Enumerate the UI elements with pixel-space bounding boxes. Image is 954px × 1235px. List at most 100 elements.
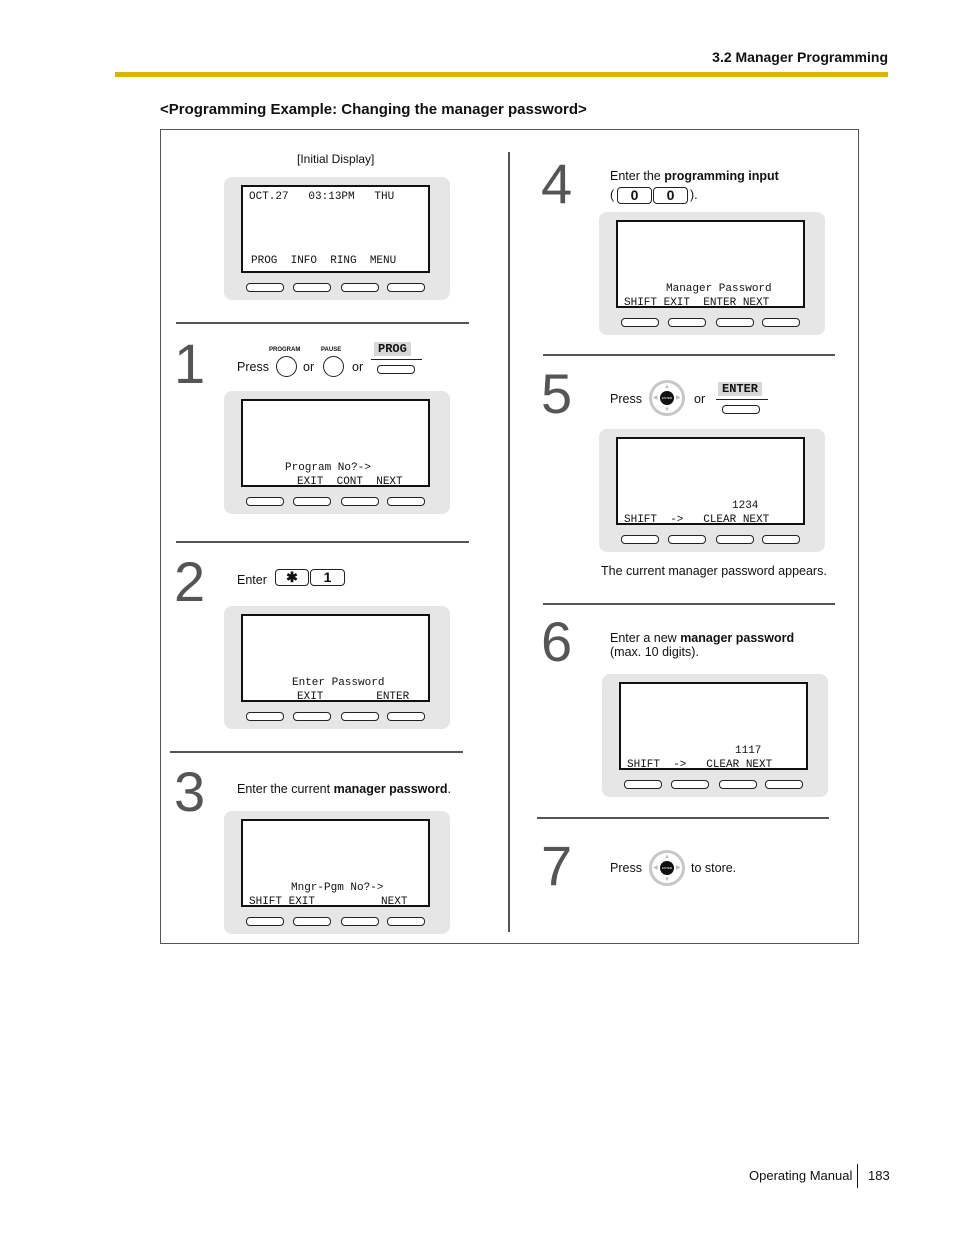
text: Enter the [610, 169, 665, 183]
pause-button-icon [323, 356, 344, 377]
step-number-5: 5 [541, 362, 573, 425]
soft-key-3[interactable] [341, 497, 379, 506]
text: Enter a new [610, 631, 681, 645]
soft-key-2[interactable] [671, 780, 709, 789]
soft-key-1[interactable] [624, 780, 662, 789]
step-6-text: Enter a new manager password [610, 631, 794, 645]
soft-key-4[interactable] [762, 535, 800, 544]
pause-button-label: PAUSE [321, 347, 342, 353]
soft-key-3[interactable] [341, 917, 379, 926]
footer-manual-name: Operating Manual [749, 1168, 853, 1183]
soft-key-2[interactable] [293, 283, 331, 292]
phone-display-step-1: Program No?-> EXIT CONT NEXT [224, 391, 450, 514]
soft-key-1[interactable] [621, 318, 659, 327]
one-key: 1 [310, 569, 345, 586]
soft-key-2[interactable] [668, 535, 706, 544]
right-arrow-icon: ▶ [676, 395, 681, 401]
or-text: or [303, 360, 315, 374]
open-paren: ( [610, 188, 615, 202]
enter-softkey-icon [722, 405, 760, 414]
lcd-line: Enter Password [292, 677, 385, 689]
step-number-6: 6 [541, 610, 573, 673]
column-divider [508, 152, 510, 932]
soft-key-3[interactable] [341, 712, 379, 721]
lcd-line: 1117 [735, 745, 762, 757]
step-7-press: Press [610, 861, 642, 875]
step-7-text: to store. [691, 861, 737, 875]
step-2-text: Enter [237, 573, 267, 587]
or-text: or [352, 360, 364, 374]
soft-key-2[interactable] [293, 712, 331, 721]
soft-key-3[interactable] [719, 780, 757, 789]
lcd-line: Mngr-Pgm No?-> [291, 882, 384, 894]
soft-key-4[interactable] [387, 712, 425, 721]
step-divider [170, 751, 463, 753]
soft-key-4[interactable] [387, 283, 425, 292]
program-button-icon [276, 356, 297, 377]
lcd-softkeys: EXIT ENTER [297, 691, 410, 703]
lcd-screen: 1117 SHIFT -> CLEAR NEXT [619, 682, 808, 771]
lcd-screen: OCT.27 03:13PM THU PROG INFO RING MENU [241, 185, 430, 273]
bold-text: manager password [333, 782, 448, 796]
step-number-4: 4 [541, 152, 573, 215]
initial-display-caption: [Initial Display] [297, 152, 375, 166]
phone-display-step-2: Enter Password EXIT ENTER [224, 606, 450, 729]
phone-display-initial: OCT.27 03:13PM THU PROG INFO RING MENU [224, 177, 450, 300]
soft-key-4[interactable] [762, 318, 800, 327]
text: . [447, 782, 451, 796]
soft-key-1[interactable] [246, 712, 284, 721]
soft-key-2[interactable] [293, 917, 331, 926]
lcd-line: Manager Password [666, 283, 772, 295]
lcd-softkeys: SHIFT -> CLEAR NEXT [627, 759, 773, 771]
lcd-screen: 1234 SHIFT -> CLEAR NEXT [616, 437, 805, 526]
soft-key-3[interactable] [341, 283, 379, 292]
soft-key-1[interactable] [246, 283, 284, 292]
soft-key-2[interactable] [668, 318, 706, 327]
lcd-softkeys: PROG INFO RING MENU [251, 255, 397, 267]
enter-center-icon: ENTER [660, 861, 674, 875]
down-arrow-icon: ▼ [664, 877, 670, 883]
step-3-text: Enter the current manager password. [237, 782, 451, 796]
lcd-screen: Manager Password SHIFT EXIT ENTER NEXT [616, 220, 805, 309]
header-rule [115, 72, 888, 77]
enter-navigator-key-icon: ▲ ▼ ◀ ▶ ENTER [649, 380, 685, 416]
step-6-text-line2: (max. 10 digits). [610, 645, 699, 659]
left-arrow-icon: ◀ [653, 395, 658, 401]
zero-key: 0 [653, 187, 688, 204]
step-number-1: 1 [174, 332, 206, 395]
lcd-line: OCT.27 03:13PM THU [249, 191, 395, 203]
close-paren: ). [690, 188, 698, 202]
soft-key-1[interactable] [246, 497, 284, 506]
footer-divider [857, 1164, 858, 1188]
lcd-softkeys: SHIFT EXIT ENTER NEXT [624, 297, 770, 309]
step-divider [176, 322, 469, 324]
step-divider [543, 603, 835, 605]
step-number-3: 3 [174, 760, 206, 823]
soft-key-3[interactable] [716, 318, 754, 327]
step-number-2: 2 [174, 550, 206, 613]
step-1-press: Press [237, 360, 269, 374]
lcd-line: 1234 [732, 500, 759, 512]
soft-key-3[interactable] [716, 535, 754, 544]
soft-key-1[interactable] [621, 535, 659, 544]
prog-softkey-label: PROG [374, 342, 411, 356]
soft-key-4[interactable] [387, 497, 425, 506]
program-button-label: PROGRAM [269, 347, 301, 353]
or-text: or [694, 392, 706, 406]
phone-display-step-6: 1117 SHIFT -> CLEAR NEXT [602, 674, 828, 797]
zero-key: 0 [617, 187, 652, 204]
soft-key-2[interactable] [293, 497, 331, 506]
bold-text: manager password [680, 631, 795, 645]
lcd-softkeys: SHIFT EXIT NEXT [249, 896, 408, 908]
phone-display-step-5: 1234 SHIFT -> CLEAR NEXT [599, 429, 825, 552]
soft-key-4[interactable] [387, 917, 425, 926]
soft-key-1[interactable] [246, 917, 284, 926]
lcd-screen: Program No?-> EXIT CONT NEXT [241, 399, 430, 488]
step-4-text: Enter the programming input [610, 169, 779, 183]
step-divider [537, 817, 829, 819]
soft-key-4[interactable] [765, 780, 803, 789]
step-5-note: The current manager password appears. [601, 564, 827, 578]
text: Enter the current [237, 782, 334, 796]
step-number-7: 7 [541, 834, 573, 897]
example-title: <Programming Example: Changing the manag… [160, 101, 587, 118]
